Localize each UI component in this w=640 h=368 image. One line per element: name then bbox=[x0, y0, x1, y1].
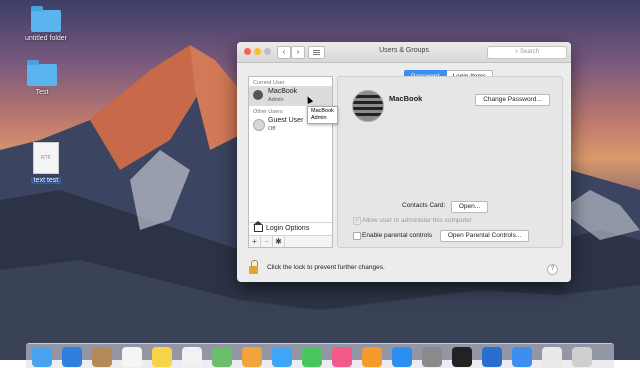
remove-user-button[interactable]: − bbox=[261, 236, 273, 247]
allow-admin-label: Allow user to administer this computer bbox=[362, 217, 472, 224]
zebra-avatar-icon bbox=[253, 90, 263, 100]
document-icon[interactable] bbox=[542, 347, 562, 367]
add-user-button[interactable]: + bbox=[249, 236, 261, 247]
contacts-card-label: Contacts Card: bbox=[402, 202, 446, 209]
panel-user-name: MacBook bbox=[389, 94, 423, 103]
terminal-icon[interactable] bbox=[452, 347, 472, 367]
desktop-icon-untitled-folder[interactable]: untitled folder bbox=[16, 6, 76, 42]
messages-icon[interactable] bbox=[272, 347, 292, 367]
text-file-icon: RTF bbox=[33, 142, 59, 174]
tooltip-line: MacBook bbox=[311, 108, 334, 114]
folder-icon bbox=[27, 60, 57, 86]
help-button[interactable]: ? bbox=[547, 264, 558, 275]
calendar-icon[interactable] bbox=[122, 347, 142, 367]
desktop-icon-test[interactable]: Test bbox=[12, 60, 72, 96]
search-placeholder: Search bbox=[520, 49, 540, 55]
gear-icon[interactable]: ✱ bbox=[273, 236, 285, 247]
user-role: Off bbox=[268, 126, 276, 132]
system-preferences-icon[interactable] bbox=[422, 347, 442, 367]
safari-icon[interactable] bbox=[62, 347, 82, 367]
allow-admin-checkbox[interactable]: ✓ bbox=[353, 217, 361, 225]
desktop-icon-label: text test bbox=[30, 177, 62, 184]
desktop-icon-label: Test bbox=[35, 89, 49, 96]
parental-controls-label: Enable parental controls bbox=[362, 232, 433, 239]
trash-icon[interactable] bbox=[572, 347, 592, 367]
dock bbox=[26, 343, 614, 368]
contacts-icon[interactable] bbox=[92, 347, 112, 367]
app-store-icon[interactable] bbox=[392, 347, 412, 367]
lock-icon[interactable] bbox=[249, 260, 258, 274]
file-type-badge: RTF bbox=[41, 155, 51, 161]
music-icon[interactable] bbox=[332, 347, 352, 367]
password-panel: MacBook Change Password... Contacts Card… bbox=[337, 76, 563, 248]
desktop-icon-text-test[interactable]: RTF text test bbox=[16, 142, 76, 184]
folder-icon bbox=[31, 6, 61, 32]
finder-icon[interactable] bbox=[32, 347, 52, 367]
login-options-label: Login Options bbox=[266, 225, 310, 232]
users-sidebar: Current User MacBook Admin Other Users G… bbox=[248, 76, 333, 248]
books-icon[interactable] bbox=[362, 347, 382, 367]
house-icon bbox=[253, 221, 263, 232]
downloads-icon[interactable] bbox=[512, 347, 532, 367]
user-role: Admin bbox=[268, 97, 284, 103]
maps-icon[interactable] bbox=[212, 347, 232, 367]
desktop-icon-label: untitled folder bbox=[24, 35, 68, 42]
guest-avatar-icon bbox=[253, 119, 265, 131]
user-picture[interactable] bbox=[352, 90, 384, 122]
lock-text: Click the lock to prevent further change… bbox=[267, 264, 385, 271]
reminders-icon[interactable] bbox=[182, 347, 202, 367]
current-user-header: Current User bbox=[253, 80, 285, 86]
user-name: MacBook bbox=[268, 88, 298, 95]
sidebar-button-bar: + − ✱ bbox=[249, 235, 332, 247]
login-options-item[interactable]: Login Options bbox=[249, 221, 332, 235]
photos-icon[interactable] bbox=[242, 347, 262, 367]
parental-controls-checkbox[interactable] bbox=[353, 232, 361, 240]
users-and-groups-window: ‹ › Users & Groups ⌕ Search Password Log… bbox=[237, 42, 571, 282]
change-password-button[interactable]: Change Password... bbox=[475, 94, 550, 106]
window-titlebar: ‹ › Users & Groups ⌕ Search bbox=[237, 42, 571, 63]
open-contacts-card-button[interactable]: Open... bbox=[451, 201, 488, 213]
network-icon[interactable] bbox=[482, 347, 502, 367]
notes-icon[interactable] bbox=[152, 347, 172, 367]
open-parental-controls-button[interactable]: Open Parental Controls... bbox=[440, 230, 529, 242]
search-input[interactable]: ⌕ Search bbox=[487, 46, 567, 59]
user-tooltip: MacBook Admin bbox=[307, 106, 338, 124]
facetime-icon[interactable] bbox=[302, 347, 322, 367]
sidebar-item-macbook[interactable]: MacBook Admin bbox=[249, 86, 332, 106]
user-name: Guest User bbox=[268, 117, 304, 124]
tooltip-line: Admin bbox=[311, 115, 327, 121]
